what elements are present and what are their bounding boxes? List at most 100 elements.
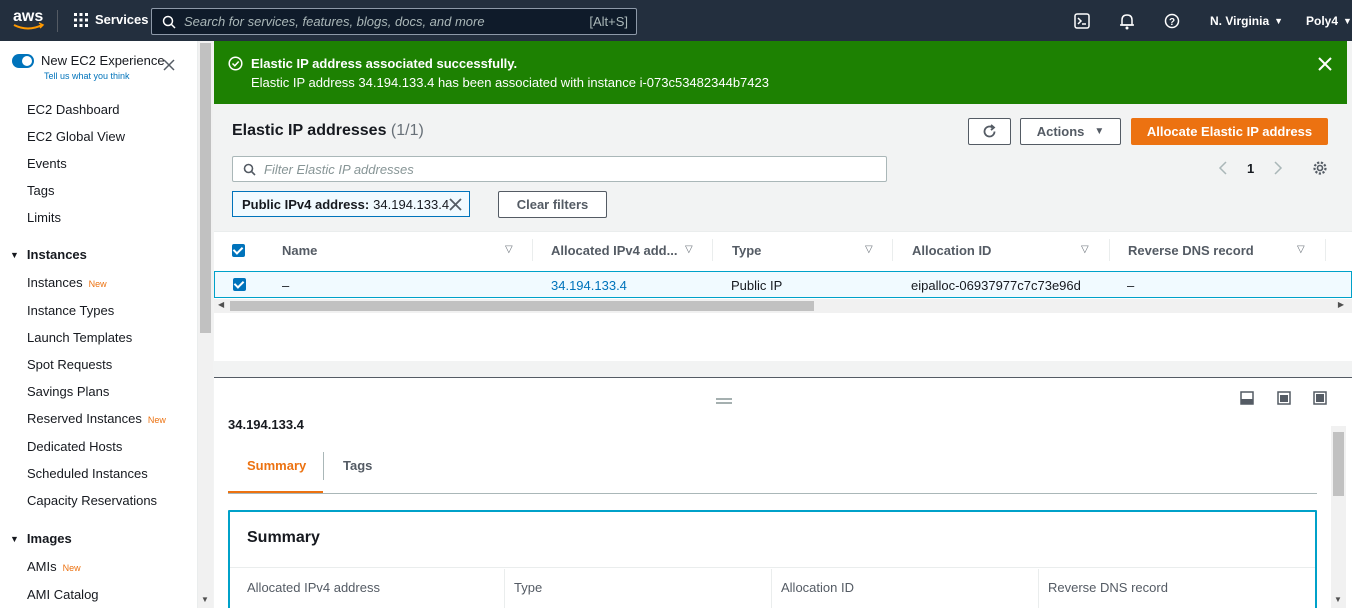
sidebar-item-instance-types[interactable]: Instance Types	[27, 303, 114, 318]
sidebar-section-instances[interactable]: ▼ Instances	[10, 247, 87, 262]
cloudshell-icon[interactable]	[1074, 13, 1090, 32]
row-checkbox[interactable]	[233, 278, 246, 291]
pagination-next-icon[interactable]	[1273, 160, 1283, 179]
sort-icon[interactable]: ▽	[685, 244, 693, 255]
detail-vertical-scrollbar[interactable]: ▼	[1331, 426, 1346, 608]
preferences-gear-icon[interactable]	[1312, 160, 1328, 179]
dismiss-close-icon[interactable]	[1318, 57, 1332, 74]
sort-icon[interactable]: ▽	[505, 244, 513, 255]
column-header-name[interactable]: Name	[282, 243, 317, 258]
experience-title: New EC2 Experience	[41, 53, 165, 68]
table-row[interactable]: – 34.194.133.4 Public IP eipalloc-069379…	[214, 271, 1352, 298]
scroll-down-arrow-icon[interactable]: ▼	[1334, 595, 1342, 604]
pagination-prev-icon[interactable]	[1218, 160, 1228, 179]
feedback-link[interactable]: Tell us what you think	[44, 71, 130, 81]
sidebar-item-savings-plans[interactable]: Savings Plans	[27, 384, 109, 399]
actions-label: Actions	[1036, 124, 1085, 139]
sort-icon[interactable]: ▽	[865, 244, 873, 255]
search-placeholder: Search for services, features, blogs, do…	[184, 14, 485, 29]
column-header-reverse-dns[interactable]: Reverse DNS record	[1128, 243, 1254, 258]
tab-summary[interactable]: Summary	[247, 458, 306, 473]
new-badge: New	[147, 414, 166, 425]
sidebar-item-label: Instances	[27, 275, 83, 290]
top-navigation-bar: aws Services Search for services, featur…	[0, 0, 1352, 41]
summary-container: Summary Allocated IPv4 address Type Allo…	[228, 510, 1317, 608]
sidebar-item-label: Instance Types	[27, 303, 115, 318]
section-heading: Instances	[26, 247, 87, 262]
sidebar-item-launch-templates[interactable]: Launch Templates	[27, 330, 132, 345]
scroll-down-arrow-icon[interactable]: ▼	[201, 595, 209, 604]
table-horizontal-scrollbar[interactable]: ◀ ▶	[214, 299, 1352, 313]
scroll-right-arrow-icon[interactable]: ▶	[1338, 300, 1344, 309]
sidebar-item-limits[interactable]: Limits	[27, 210, 61, 225]
pagination-page-number[interactable]: 1	[1247, 161, 1254, 176]
filter-input[interactable]: Filter Elastic IP addresses	[232, 156, 887, 182]
actions-dropdown-button[interactable]: Actions ▼	[1020, 118, 1121, 145]
sort-icon[interactable]: ▽	[1081, 244, 1089, 255]
sidebar-item-scheduled-instances[interactable]: Scheduled Instances	[27, 466, 148, 481]
sidebar-item-events[interactable]: Events	[27, 156, 67, 171]
sidebar-item-instances[interactable]: Instances New	[27, 275, 107, 290]
help-icon[interactable]: ?	[1164, 13, 1180, 32]
check-circle-icon	[228, 56, 243, 71]
panel-side-layout-icon[interactable]	[1277, 391, 1291, 408]
scrollbar-thumb[interactable]	[200, 43, 211, 333]
sidebar-scrollbar[interactable]: ▼	[198, 41, 213, 608]
sidebar-item-label: AMIs	[27, 559, 57, 574]
sidebar-item-spot-requests[interactable]: Spot Requests	[27, 357, 112, 372]
cell-allocation-id: eipalloc-06937977c7c73e96d	[911, 278, 1081, 293]
summary-heading: Summary	[247, 529, 320, 546]
allocate-elastic-ip-button[interactable]: Allocate Elastic IP address	[1131, 118, 1328, 145]
services-label: Services	[95, 12, 149, 27]
search-shortcut: [Alt+S]	[589, 14, 628, 29]
sidebar-item-capacity-reservations[interactable]: Capacity Reservations	[27, 493, 157, 508]
sidebar-item-dedicated-hosts[interactable]: Dedicated Hosts	[27, 439, 122, 454]
summary-label-allocated-ip: Allocated IPv4 address	[247, 580, 380, 595]
cell-ip-link[interactable]: 34.194.133.4	[551, 278, 627, 293]
services-menu[interactable]: Services	[74, 12, 149, 27]
search-icon	[243, 163, 256, 176]
close-icon[interactable]	[162, 58, 176, 75]
scroll-left-arrow-icon[interactable]: ◀	[218, 300, 224, 309]
sidebar-item-label: Capacity Reservations	[27, 493, 158, 508]
select-all-checkbox[interactable]	[232, 244, 245, 257]
panel-header: Elastic IP addresses (1/1)	[232, 122, 424, 140]
sidebar-item-ec2-dashboard[interactable]: EC2 Dashboard	[27, 102, 120, 117]
sidebar-item-ec2-global-view[interactable]: EC2 Global View	[27, 129, 125, 144]
column-header-allocated-ip[interactable]: Allocated IPv4 add...	[551, 243, 677, 258]
global-search-input[interactable]: Search for services, features, blogs, do…	[151, 8, 637, 35]
refresh-button[interactable]	[968, 118, 1011, 145]
search-icon	[162, 15, 176, 29]
remove-filter-close-icon[interactable]	[449, 198, 462, 214]
region-selector[interactable]: N. Virginia ▼	[1210, 0, 1283, 41]
column-header-type[interactable]: Type	[732, 243, 761, 258]
sidebar-section-images[interactable]: ▼ Images	[10, 531, 72, 546]
sort-icon[interactable]: ▽	[1297, 244, 1305, 255]
sidebar-item-reserved-instances[interactable]: Reserved Instances New	[27, 411, 166, 426]
column-divider	[1038, 569, 1039, 608]
sidebar-item-label: Reserved Instances	[27, 411, 142, 426]
sidebar-navigation: New EC2 Experience Tell us what you thin…	[0, 41, 198, 608]
column-header-allocation-id[interactable]: Allocation ID	[912, 243, 991, 258]
sidebar-item-amis[interactable]: AMIs New	[27, 559, 81, 574]
scrollbar-thumb[interactable]	[1333, 432, 1344, 496]
topbar-divider	[57, 10, 58, 32]
panel-title: Elastic IP addresses	[232, 122, 387, 139]
sidebar-item-tags[interactable]: Tags	[27, 183, 54, 198]
clear-filters-button[interactable]: Clear filters	[498, 191, 607, 218]
panel-maximize-icon[interactable]	[1313, 391, 1327, 408]
region-label: N. Virginia	[1210, 13, 1270, 28]
caret-down-icon: ▼	[1274, 15, 1284, 26]
account-menu[interactable]: Poly4 ▼	[1306, 0, 1352, 41]
tab-tags[interactable]: Tags	[343, 458, 372, 473]
caret-down-icon: ▼	[10, 533, 19, 544]
notifications-bell-icon[interactable]	[1119, 12, 1135, 33]
aws-logo[interactable]: aws	[12, 8, 46, 32]
sidebar-item-ami-catalog[interactable]: AMI Catalog	[27, 587, 99, 602]
panel-bottom-layout-icon[interactable]	[1240, 391, 1254, 408]
new-experience-toggle[interactable]	[12, 54, 34, 68]
scrollbar-thumb[interactable]	[230, 301, 814, 311]
resize-handle-icon[interactable]	[716, 392, 732, 407]
column-divider	[504, 569, 505, 608]
panel-count: (1/1)	[390, 122, 424, 139]
